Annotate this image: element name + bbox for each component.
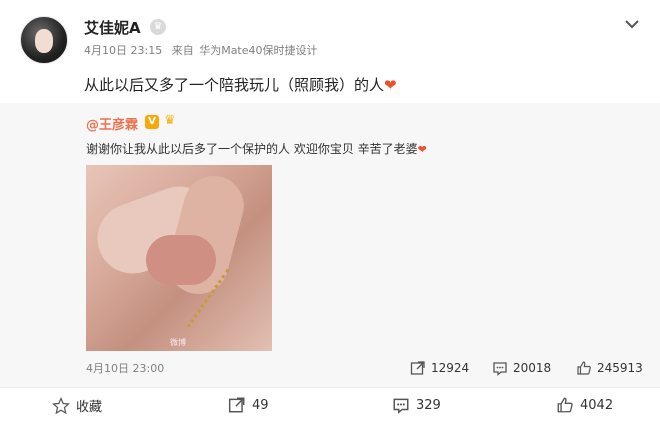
crown-icon: ♛ [164, 113, 176, 128]
action-bar: 收藏 49 329 4042 [0, 388, 660, 422]
vip-badge-icon: ♛ [150, 19, 166, 35]
comment-button[interactable]: 329 [392, 396, 441, 414]
post-date[interactable]: 4月10日 23:15 [84, 44, 162, 57]
quoted-post[interactable]: @王彦霖 V ♛ 谢谢你让我从此以后多了一个保护的人 欢迎你宝贝 辛苦了老婆❤ … [0, 103, 660, 387]
quoted-photo[interactable]: 微博 [86, 165, 272, 351]
quoted-text: 谢谢你让我从此以后多了一个保护的人 欢迎你宝贝 辛苦了老婆❤ [86, 140, 427, 157]
post-device[interactable]: 华为Mate40保时捷设计 [199, 44, 317, 57]
favorite-label: 收藏 [76, 400, 103, 415]
post-meta: 4月10日 23:15 来自 华为Mate40保时捷设计 [84, 42, 324, 58]
quoted-like-count: 245913 [597, 361, 643, 375]
repost-icon [228, 397, 245, 413]
quoted-comment[interactable]: 20018 [492, 358, 551, 378]
quoted-date[interactable]: 4月10日 23:00 [86, 360, 164, 376]
repost-button[interactable]: 49 [228, 396, 269, 414]
quoted-like[interactable]: 245913 [576, 358, 643, 378]
star-icon [52, 396, 70, 414]
quoted-repost-count: 12924 [431, 361, 470, 375]
author-name[interactable]: 艾佳妮A [84, 17, 141, 38]
image-watermark: 微博 [170, 338, 186, 347]
comment-icon [493, 362, 507, 376]
thumbs-up-icon [557, 397, 573, 413]
comment-count: 329 [416, 397, 441, 413]
like-count: 4042 [580, 397, 614, 413]
source-prefix: 来自 [171, 44, 194, 57]
quoted-footer: 4月10日 23:00 12924 20018 245913 [0, 358, 660, 378]
verified-v-icon: V [145, 115, 159, 129]
thumbs-up-icon [577, 361, 591, 375]
repost-count: 49 [252, 397, 269, 413]
like-button[interactable]: 4042 [556, 396, 613, 414]
repost-icon [410, 361, 425, 375]
quoted-author[interactable]: @王彦霖 [86, 114, 138, 133]
post-text: 从此以后又多了一个陪我玩儿（照顾我）的人❤ [84, 74, 397, 95]
quoted-repost[interactable]: 12924 [410, 358, 469, 378]
post-body: 从此以后又多了一个陪我玩儿（照顾我）的人 [84, 76, 385, 94]
chevron-down-icon[interactable] [622, 16, 642, 32]
favorite-button[interactable]: 收藏 [52, 396, 102, 415]
comment-icon [393, 398, 409, 414]
quoted-comment-count: 20018 [513, 361, 552, 375]
heart-icon: ❤ [384, 76, 397, 94]
avatar[interactable] [20, 16, 68, 64]
heart-icon: ❤ [417, 143, 427, 156]
quoted-body: 谢谢你让我从此以后多了一个保护的人 欢迎你宝贝 辛苦了老婆 [86, 142, 418, 156]
